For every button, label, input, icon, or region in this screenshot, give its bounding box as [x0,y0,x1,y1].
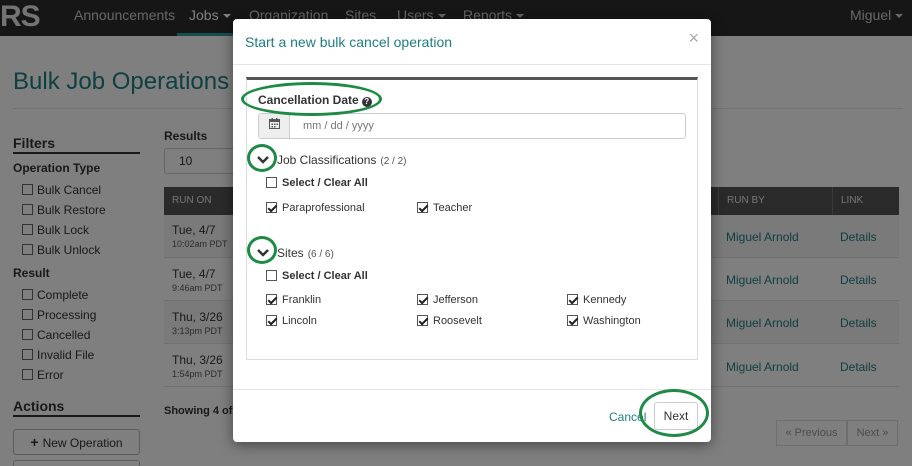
checkbox-label: Washington [583,315,641,327]
help-icon[interactable]: ? [361,97,372,107]
checkbox[interactable] [417,315,428,326]
select-all-label: Select / Clear All [282,177,368,189]
job-classifications-title[interactable]: Job Classifications (2 / 2) [277,153,407,167]
calendar-icon[interactable] [259,114,290,138]
site-lincoln[interactable]: Lincoln [266,315,317,328]
sites-count: (6 / 6) [307,249,334,260]
checkbox-label: Franklin [282,294,322,306]
checkbox-label: Teacher [433,202,473,214]
close-icon[interactable]: × [688,28,699,48]
cancellation-date-field[interactable]: mm / dd / yyyy [258,113,686,139]
job-classifications-label: Job Classifications [277,153,377,167]
job-class-paraprofessional[interactable]: Paraprofessional [266,202,365,215]
job-class-teacher[interactable]: Teacher [417,202,472,215]
checkbox[interactable] [266,315,277,326]
site-franklin[interactable]: Franklin [266,294,321,307]
checkbox[interactable] [417,202,428,213]
checkbox-label: Paraprofessional [282,202,365,214]
chevron-down-icon[interactable] [256,153,270,167]
cancellation-date-label: Cancellation Date? [258,93,372,107]
job-classifications-select-all[interactable]: Select / Clear All [266,177,368,190]
modal-title: Start a new bulk cancel operation [245,34,453,50]
modal-header: Start a new bulk cancel operation × [233,19,711,65]
bulk-cancel-modal: Start a new bulk cancel operation × Canc… [233,19,711,442]
sites-label: Sites [277,246,304,260]
checkbox-label: Roosevelt [433,315,482,327]
checkbox[interactable] [567,315,578,326]
checkbox-label: Kennedy [583,294,627,306]
site-roosevelt[interactable]: Roosevelt [417,315,482,328]
date-placeholder: mm / dd / yyyy [303,120,374,132]
select-all-label: Select / Clear All [282,270,368,282]
checkbox-label: Lincoln [282,315,317,327]
checkbox[interactable] [417,294,428,305]
site-jefferson[interactable]: Jefferson [417,294,478,307]
site-washington[interactable]: Washington [567,315,641,328]
checkbox[interactable] [266,270,277,281]
job-classifications-count: (2 / 2) [380,156,407,167]
site-kennedy[interactable]: Kennedy [567,294,626,307]
modal-footer: Cancel Next [233,389,711,442]
next-button[interactable]: Next [654,402,698,430]
checkbox[interactable] [266,177,277,188]
cancellation-date-text: Cancellation Date [258,93,359,107]
sites-title[interactable]: Sites (6 / 6) [277,246,334,260]
chevron-down-icon[interactable] [256,246,270,260]
checkbox[interactable] [266,202,277,213]
checkbox-label: Jefferson [433,294,479,306]
cancel-link[interactable]: Cancel [609,410,646,424]
checkbox[interactable] [266,294,277,305]
sites-select-all[interactable]: Select / Clear All [266,270,368,283]
checkbox[interactable] [567,294,578,305]
